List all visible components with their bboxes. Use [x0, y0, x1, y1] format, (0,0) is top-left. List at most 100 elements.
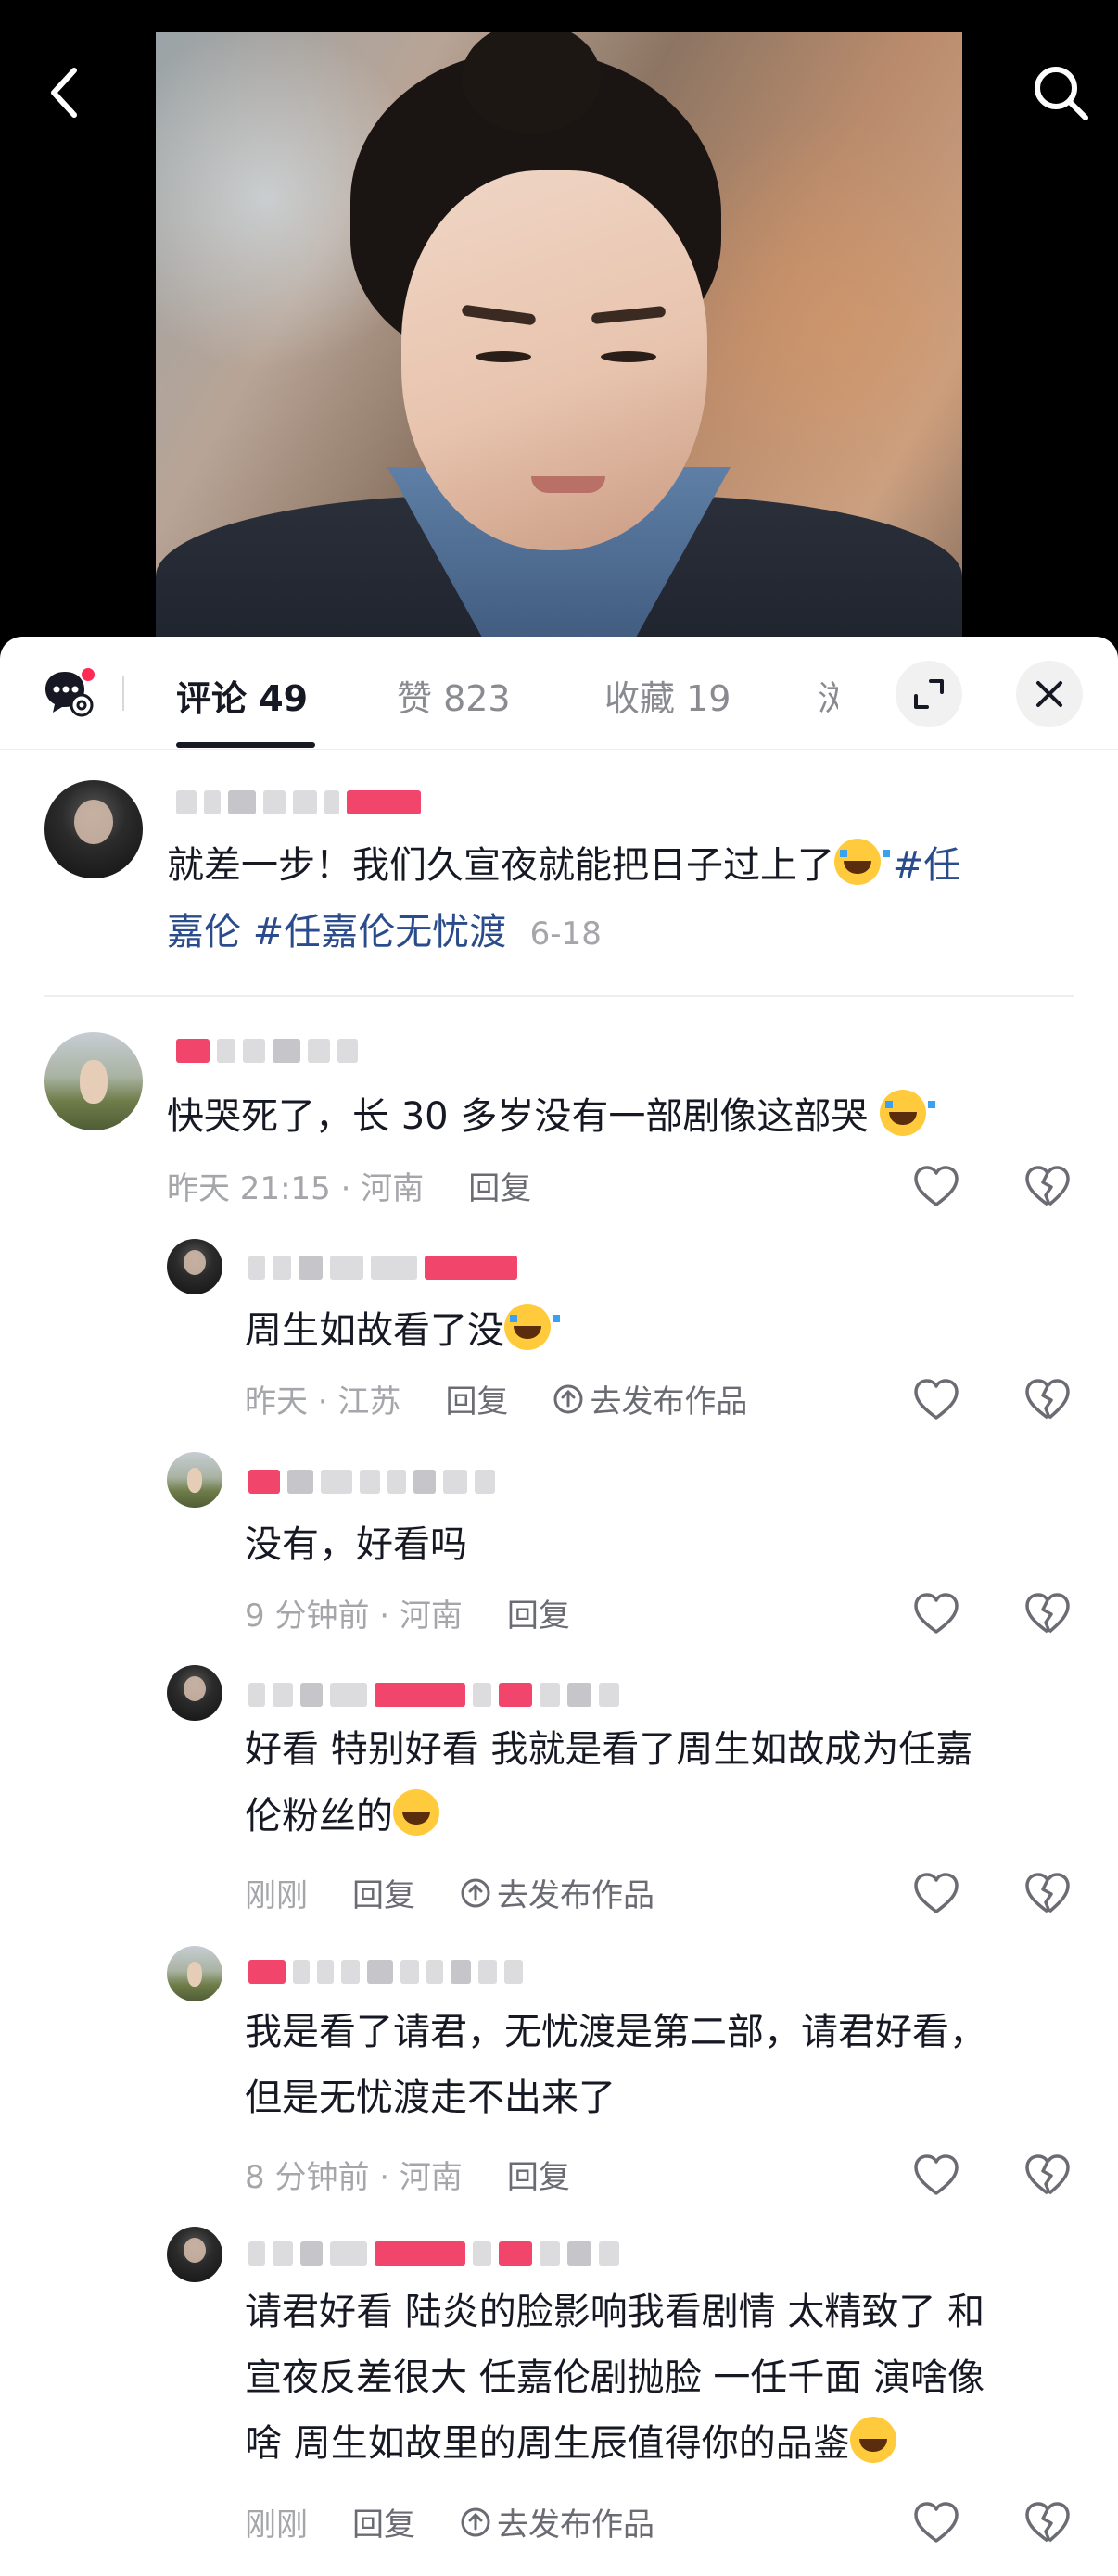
- reply-text: 请君好看 陆炎的脸影响我看剧情 太精致了 和: [245, 2279, 985, 2345]
- video-player[interactable]: [0, 0, 1118, 649]
- reply-meta: 9 分钟前 · 河南 回复: [245, 1590, 570, 1635]
- reply-text-line: 宣夜反差很大 任嘉伦剧抛脸 一任千面 演啥像: [245, 2356, 985, 2399]
- username-blurred[interactable]: [248, 1956, 523, 1988]
- reply-text-line: 我是看了请君，无忧渡是第二部，请君好看，: [245, 2011, 986, 2053]
- active-tab-indicator: [176, 742, 315, 748]
- notification-dot: [80, 666, 96, 683]
- avatar[interactable]: [44, 1032, 143, 1130]
- tab-bar: 评论 49 赞 823 收藏 19 浏: [0, 637, 1118, 750]
- reply-time: 昨天 · 江苏: [245, 1383, 401, 1421]
- hashtag-link[interactable]: #任嘉伦无忧渡: [253, 911, 507, 953]
- dislike-button[interactable]: [1022, 1867, 1074, 1919]
- username-blurred[interactable]: [248, 1252, 517, 1283]
- heart-icon: [914, 2502, 959, 2543]
- heart-icon: [914, 1379, 959, 1420]
- upload-icon: [461, 1878, 490, 1907]
- reply-text-line2: 伦粉丝的: [245, 1783, 439, 1850]
- tab-more[interactable]: 浏: [818, 670, 838, 721]
- broken-heart-icon: [1025, 1873, 1070, 1913]
- grin-emoji-icon: [393, 1789, 439, 1836]
- post-text: 就差一步！我们久宣夜就能把日子过上了 #任: [167, 832, 960, 899]
- expand-icon: [914, 679, 944, 709]
- crying-laughing-emoji-icon: [504, 1304, 560, 1350]
- tab-likes[interactable]: 赞 823: [397, 670, 511, 721]
- like-button[interactable]: [910, 1160, 962, 1212]
- post-date: 6-18: [529, 915, 602, 953]
- avatar[interactable]: [44, 780, 143, 878]
- reply-text-line2: 宣夜反差很大 任嘉伦剧抛脸 一任千面 演啥像: [245, 2344, 985, 2411]
- heart-icon: [914, 2154, 959, 2195]
- reply-button[interactable]: 回复: [445, 1376, 508, 1421]
- post-text-main: 就差一步！我们久宣夜就能把日子过上了: [167, 844, 834, 887]
- broken-heart-icon: [1025, 1379, 1070, 1420]
- comment-sheet: 评论 49 赞 823 收藏 19 浏 就差一步！我们久宣夜就能把日子过上了 #…: [0, 637, 1118, 2576]
- hashtag-link[interactable]: #任: [893, 844, 961, 887]
- publish-work-button[interactable]: 去发布作品: [460, 2499, 654, 2544]
- back-button[interactable]: [28, 56, 102, 130]
- tab-favorites[interactable]: 收藏 19: [604, 670, 731, 721]
- avatar[interactable]: [167, 1665, 222, 1721]
- publish-work-button[interactable]: 去发布作品: [553, 1376, 747, 1421]
- reply-button[interactable]: 回复: [507, 1590, 570, 1635]
- reply-button[interactable]: 回复: [468, 1163, 531, 1208]
- reply-text-line: 但是无忧渡走不出来了: [245, 2077, 616, 2119]
- reply-text-line: 好看 特别好看 我就是看了周生如故成为任嘉: [245, 1728, 973, 1771]
- like-button[interactable]: [910, 1867, 962, 1919]
- reply-time: 9 分钟前 · 河南: [245, 1597, 463, 1635]
- chat-settings-button[interactable]: [43, 666, 98, 720]
- upload-icon: [461, 2507, 490, 2536]
- broken-heart-icon: [1025, 1593, 1070, 1634]
- reply-time: 刚刚: [245, 1877, 308, 1914]
- crying-emoji-icon: [834, 839, 890, 885]
- heart-icon: [914, 1593, 959, 1634]
- reply-button[interactable]: 回复: [352, 1870, 415, 1915]
- reply-text-line3: 啥 周生如故里的周生辰值得你的品鉴: [245, 2410, 896, 2477]
- reply-text-line: 没有，好看吗: [245, 1523, 467, 1566]
- username-blurred[interactable]: [248, 2238, 619, 2269]
- reply-text-line: 周生如故看了没: [245, 1309, 504, 1352]
- username-blurred[interactable]: [248, 1679, 619, 1711]
- dislike-button[interactable]: [1022, 1373, 1074, 1425]
- tab-comments[interactable]: 评论 49: [176, 670, 308, 721]
- divider: [44, 995, 1074, 997]
- close-icon: [1036, 681, 1062, 707]
- dislike-button[interactable]: [1022, 2149, 1074, 2201]
- comment-text-content: 快哭死了，长 30 多岁没有一部剧像这部哭: [167, 1095, 869, 1138]
- grin-emoji-icon: [849, 2417, 896, 2463]
- username-blurred[interactable]: [176, 1035, 358, 1067]
- comment-time: 昨天 21:15 · 河南: [167, 1170, 425, 1207]
- publish-work-button[interactable]: 去发布作品: [460, 1870, 654, 1915]
- dislike-button[interactable]: [1022, 1587, 1074, 1639]
- reply-meta: 8 分钟前 · 河南 回复: [245, 2152, 570, 2197]
- tab-divider: [122, 676, 124, 711]
- dislike-button[interactable]: [1022, 2496, 1074, 2548]
- reply-text-line: 请君好看 陆炎的脸影响我看剧情 太精致了 和: [245, 2291, 985, 2333]
- username-blurred[interactable]: [176, 787, 421, 818]
- like-button[interactable]: [910, 2496, 962, 2548]
- post-text-line2: 嘉伦 #任嘉伦无忧渡 6-18: [167, 899, 602, 967]
- avatar[interactable]: [167, 1239, 222, 1294]
- hashtag-link[interactable]: 嘉伦: [167, 911, 241, 953]
- search-icon: [1035, 67, 1088, 120]
- comment-meta: 昨天 21:15 · 河南 回复: [167, 1163, 531, 1208]
- expand-button[interactable]: [896, 661, 962, 727]
- search-button[interactable]: [1023, 56, 1098, 130]
- like-button[interactable]: [910, 1587, 962, 1639]
- crying-emoji-icon: [880, 1090, 936, 1136]
- broken-heart-icon: [1025, 1166, 1070, 1206]
- reply-meta: 刚刚 回复 去发布作品: [245, 2499, 654, 2544]
- like-button[interactable]: [910, 1373, 962, 1425]
- avatar[interactable]: [167, 1946, 222, 2001]
- dislike-button[interactable]: [1022, 1160, 1074, 1212]
- avatar[interactable]: [167, 2227, 222, 2282]
- broken-heart-icon: [1025, 2502, 1070, 2543]
- close-button[interactable]: [1016, 661, 1083, 727]
- reply-button[interactable]: 回复: [507, 2152, 570, 2197]
- reply-meta: 昨天 · 江苏 回复 去发布作品: [245, 1376, 747, 1421]
- username-blurred[interactable]: [248, 1466, 495, 1497]
- heart-icon: [914, 1166, 959, 1206]
- reply-time: 8 分钟前 · 河南: [245, 2159, 463, 2196]
- avatar[interactable]: [167, 1452, 222, 1508]
- like-button[interactable]: [910, 2149, 962, 2201]
- reply-button[interactable]: 回复: [352, 2499, 415, 2544]
